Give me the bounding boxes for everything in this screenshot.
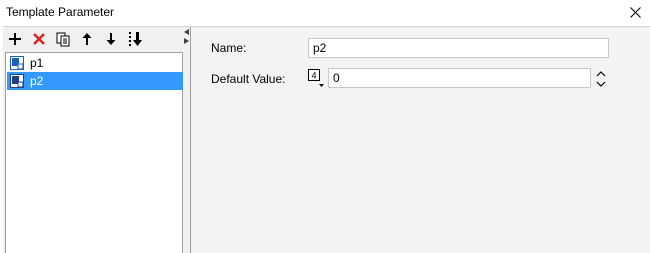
move-up-icon: [82, 33, 92, 45]
parameter-icon: [10, 74, 24, 88]
copy-button[interactable]: [51, 28, 75, 50]
delete-icon: [33, 33, 45, 45]
list-item-p2[interactable]: p2: [7, 72, 183, 90]
delete-button[interactable]: [27, 28, 51, 50]
default-value-label: Default Value:: [211, 72, 286, 86]
close-icon: [629, 6, 641, 18]
parameter-list-panel: p1 p2: [3, 27, 183, 253]
list-item-label: p2: [30, 74, 44, 88]
add-icon: [9, 33, 21, 45]
list-item-label: p1: [30, 56, 44, 70]
spin-up-button[interactable]: [595, 68, 607, 78]
chevron-down-icon: [596, 81, 606, 87]
value-spinner[interactable]: [594, 68, 608, 88]
default-value-field[interactable]: 0: [328, 68, 591, 88]
title-bar: Template Parameter: [0, 0, 650, 26]
move-up-button[interactable]: [75, 28, 99, 50]
name-label: Name:: [211, 41, 247, 55]
spin-down-button[interactable]: [595, 78, 607, 88]
collapse-left-icon: [184, 29, 189, 35]
expand-right-icon: [184, 38, 189, 44]
name-field[interactable]: p2: [308, 38, 609, 58]
sort-button[interactable]: [123, 28, 147, 50]
value-type-icon: 4: [308, 69, 324, 87]
move-down-icon: [106, 33, 116, 45]
copy-icon: [56, 32, 70, 47]
sort-icon: [129, 32, 142, 46]
add-button[interactable]: [3, 28, 27, 50]
value-type-button[interactable]: 4: [308, 68, 326, 88]
close-button[interactable]: [620, 0, 650, 24]
parameter-icon: [10, 56, 24, 70]
list-item-p1[interactable]: p1: [7, 54, 183, 72]
move-down-button[interactable]: [99, 28, 123, 50]
parameter-properties-panel: Name: p2 Default Value: 4 0: [191, 27, 650, 253]
value-type-badge: 4: [311, 71, 316, 81]
list-toolbar: [3, 27, 183, 51]
panel-splitter[interactable]: [183, 27, 190, 253]
window-title: Template Parameter: [6, 5, 115, 19]
parameter-tree: p1 p2: [5, 52, 183, 253]
